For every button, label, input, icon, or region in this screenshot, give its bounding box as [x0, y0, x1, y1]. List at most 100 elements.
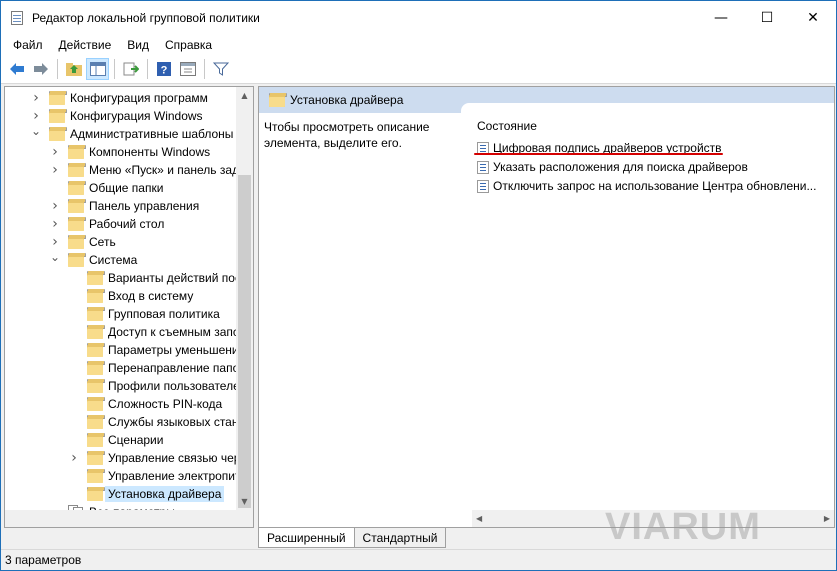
- tree-item-label: Рабочий стол: [89, 217, 165, 231]
- folder-icon: [87, 360, 105, 375]
- tree-item[interactable]: Профили пользователе: [68, 377, 240, 395]
- details-header-title: Установка драйвера: [290, 93, 404, 107]
- title-bar[interactable]: Редактор локальной групповой политики — …: [1, 1, 836, 34]
- tree-item[interactable]: › Компоненты Windows: [49, 143, 210, 161]
- back-icon[interactable]: [5, 58, 28, 80]
- collapse-chevron-icon[interactable]: ⌄: [30, 124, 42, 138]
- tree-item[interactable]: › Меню «Пуск» и панель зад: [49, 161, 239, 179]
- tree-item-label: Варианты действий пос: [108, 271, 241, 285]
- tree-item[interactable]: ⌄ Административные шаблоны: [30, 124, 233, 143]
- menu-file[interactable]: Файл: [5, 38, 51, 52]
- folder-icon: [87, 288, 105, 303]
- tree-vertical-scrollbar[interactable]: ▲ ▼: [236, 87, 253, 527]
- tree-item[interactable]: Общие папки: [49, 179, 163, 197]
- tree-item[interactable]: › Панель управления: [49, 197, 199, 215]
- tree-item[interactable]: › Конфигурация программ: [30, 89, 208, 107]
- scrollbar-thumb[interactable]: [238, 175, 251, 508]
- setting-label: Указать расположения для поиска драйверо…: [493, 160, 748, 174]
- expand-chevron-icon[interactable]: ›: [68, 450, 80, 466]
- tree-item[interactable]: Доступ к съемным запс: [68, 323, 239, 341]
- show-hide-tree-icon[interactable]: [86, 58, 109, 80]
- up-folder-icon[interactable]: [62, 58, 85, 80]
- tree-item-label: Доступ к съемным запс: [108, 325, 239, 339]
- status-text: 3 параметров: [5, 553, 82, 567]
- close-button[interactable]: ✕: [790, 1, 836, 34]
- tree-horizontal-scrollbar[interactable]: [5, 510, 236, 527]
- folder-icon: [68, 252, 86, 267]
- expand-chevron-icon[interactable]: ›: [49, 144, 61, 160]
- scroll-left-arrow-icon[interactable]: ◀: [476, 514, 482, 523]
- tree-item-label: Общие папки: [89, 181, 164, 195]
- maximize-button[interactable]: ☐: [744, 1, 790, 34]
- tree-item-label: Вход в систему: [108, 289, 194, 303]
- tree-item-label: Панель управления: [89, 199, 200, 213]
- tree-item-label: Сложность PIN-кода: [108, 397, 223, 411]
- tree-item-label: Управление электропит: [108, 469, 241, 483]
- tree-item[interactable]: Групповая политика: [68, 305, 220, 323]
- tree-item-label: Групповая политика: [108, 307, 220, 321]
- tab-standard[interactable]: Стандартный: [354, 528, 447, 548]
- svg-text:?: ?: [160, 65, 167, 77]
- folder-icon: [68, 234, 86, 249]
- expand-chevron-icon[interactable]: ›: [49, 234, 61, 250]
- menu-action[interactable]: Действие: [51, 38, 120, 52]
- folder-icon: [87, 306, 105, 321]
- tree-item[interactable]: ⌄ Система: [49, 250, 137, 269]
- policy-setting-icon: [477, 160, 489, 174]
- help-icon[interactable]: ?: [152, 58, 175, 80]
- properties-icon[interactable]: [176, 58, 199, 80]
- minimize-button[interactable]: —: [698, 1, 744, 34]
- expand-chevron-icon[interactable]: ›: [30, 108, 42, 124]
- tree-item[interactable]: Управление электропит: [68, 467, 241, 485]
- tree-item[interactable]: › Рабочий стол: [49, 215, 164, 233]
- details-pane: Установка драйвера Чтобы просмотреть опи…: [258, 86, 835, 528]
- expand-chevron-icon[interactable]: ›: [49, 198, 61, 214]
- tree-item[interactable]: Сценарии: [68, 431, 163, 449]
- folder-icon: [68, 162, 86, 177]
- scroll-right-arrow-icon[interactable]: ▶: [824, 514, 830, 523]
- tab-extended[interactable]: Расширенный: [258, 528, 355, 548]
- folder-icon: [87, 468, 105, 483]
- red-highlight-underline: [474, 153, 723, 155]
- tree-item-label: Установка драйвера: [105, 486, 225, 502]
- setting-item[interactable]: Отключить запрос на использование Центра…: [477, 177, 816, 195]
- tree-item[interactable]: › Сеть: [49, 233, 116, 251]
- expand-chevron-icon[interactable]: ›: [49, 216, 61, 232]
- filter-icon[interactable]: [209, 58, 232, 80]
- scroll-down-arrow-icon[interactable]: ▼: [236, 493, 253, 510]
- tree-item[interactable]: Службы языковых стан: [68, 413, 238, 431]
- watermark-logo: VIARUM: [605, 506, 761, 549]
- scroll-up-arrow-icon[interactable]: ▲: [236, 87, 253, 104]
- column-header-state[interactable]: Состояние: [477, 119, 537, 133]
- tree-item[interactable]: › Управление связью чер: [68, 449, 240, 467]
- folder-icon: [87, 342, 105, 357]
- folder-icon: [87, 270, 105, 285]
- menu-help[interactable]: Справка: [157, 38, 220, 52]
- export-list-icon[interactable]: [119, 58, 142, 80]
- setting-label: Отключить запрос на использование Центра…: [493, 179, 817, 193]
- tree-pane[interactable]: › Конфигурация программ › Конфигурация Wind…: [4, 86, 254, 528]
- menu-bar: Файл Действие Вид Справка: [1, 34, 836, 55]
- tree-item[interactable]: Установка драйвера: [68, 485, 225, 503]
- tree-item[interactable]: Параметры уменьшени: [68, 341, 239, 359]
- tree-item[interactable]: Варианты действий пос: [68, 269, 241, 287]
- tree-item[interactable]: Перенаправление папо: [68, 359, 239, 377]
- collapse-chevron-icon[interactable]: ⌄: [49, 250, 61, 264]
- expand-chevron-icon[interactable]: ›: [49, 162, 61, 178]
- expand-chevron-icon[interactable]: ›: [30, 90, 42, 106]
- tree-item[interactable]: Сложность PIN-кода: [68, 395, 222, 413]
- setting-item[interactable]: Указать расположения для поиска драйверо…: [477, 158, 748, 176]
- forward-icon[interactable]: [29, 58, 52, 80]
- toolbar-separator: [114, 59, 115, 79]
- tree-item[interactable]: › Конфигурация Windows: [30, 107, 202, 125]
- tree-item-label: Меню «Пуск» и панель зад: [89, 163, 240, 177]
- menu-view[interactable]: Вид: [119, 38, 157, 52]
- description-text: Чтобы просмотреть описание элемента, выд…: [264, 120, 430, 150]
- tree-item[interactable]: Вход в систему: [68, 287, 193, 305]
